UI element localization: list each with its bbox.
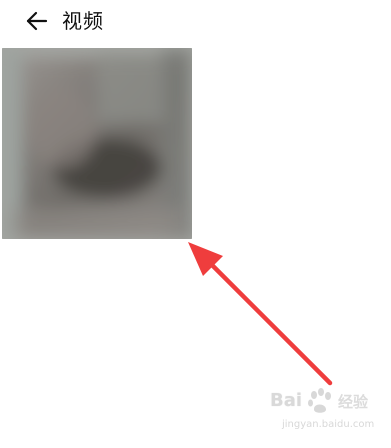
- baidu-jingyan-watermark: Bai 经验 jingyan.baidu.com: [270, 388, 386, 444]
- page-title: 视频: [62, 9, 104, 33]
- baidu-paw-icon: [307, 388, 333, 416]
- video-thumbnail[interactable]: [2, 48, 192, 239]
- watermark-url: jingyan.baidu.com: [282, 419, 375, 430]
- watermark-jingyan-text: 经验: [338, 393, 369, 411]
- back-arrow-icon[interactable]: [24, 8, 50, 34]
- watermark-logo-text: Bai: [270, 390, 303, 411]
- top-bar: 视频: [0, 0, 391, 44]
